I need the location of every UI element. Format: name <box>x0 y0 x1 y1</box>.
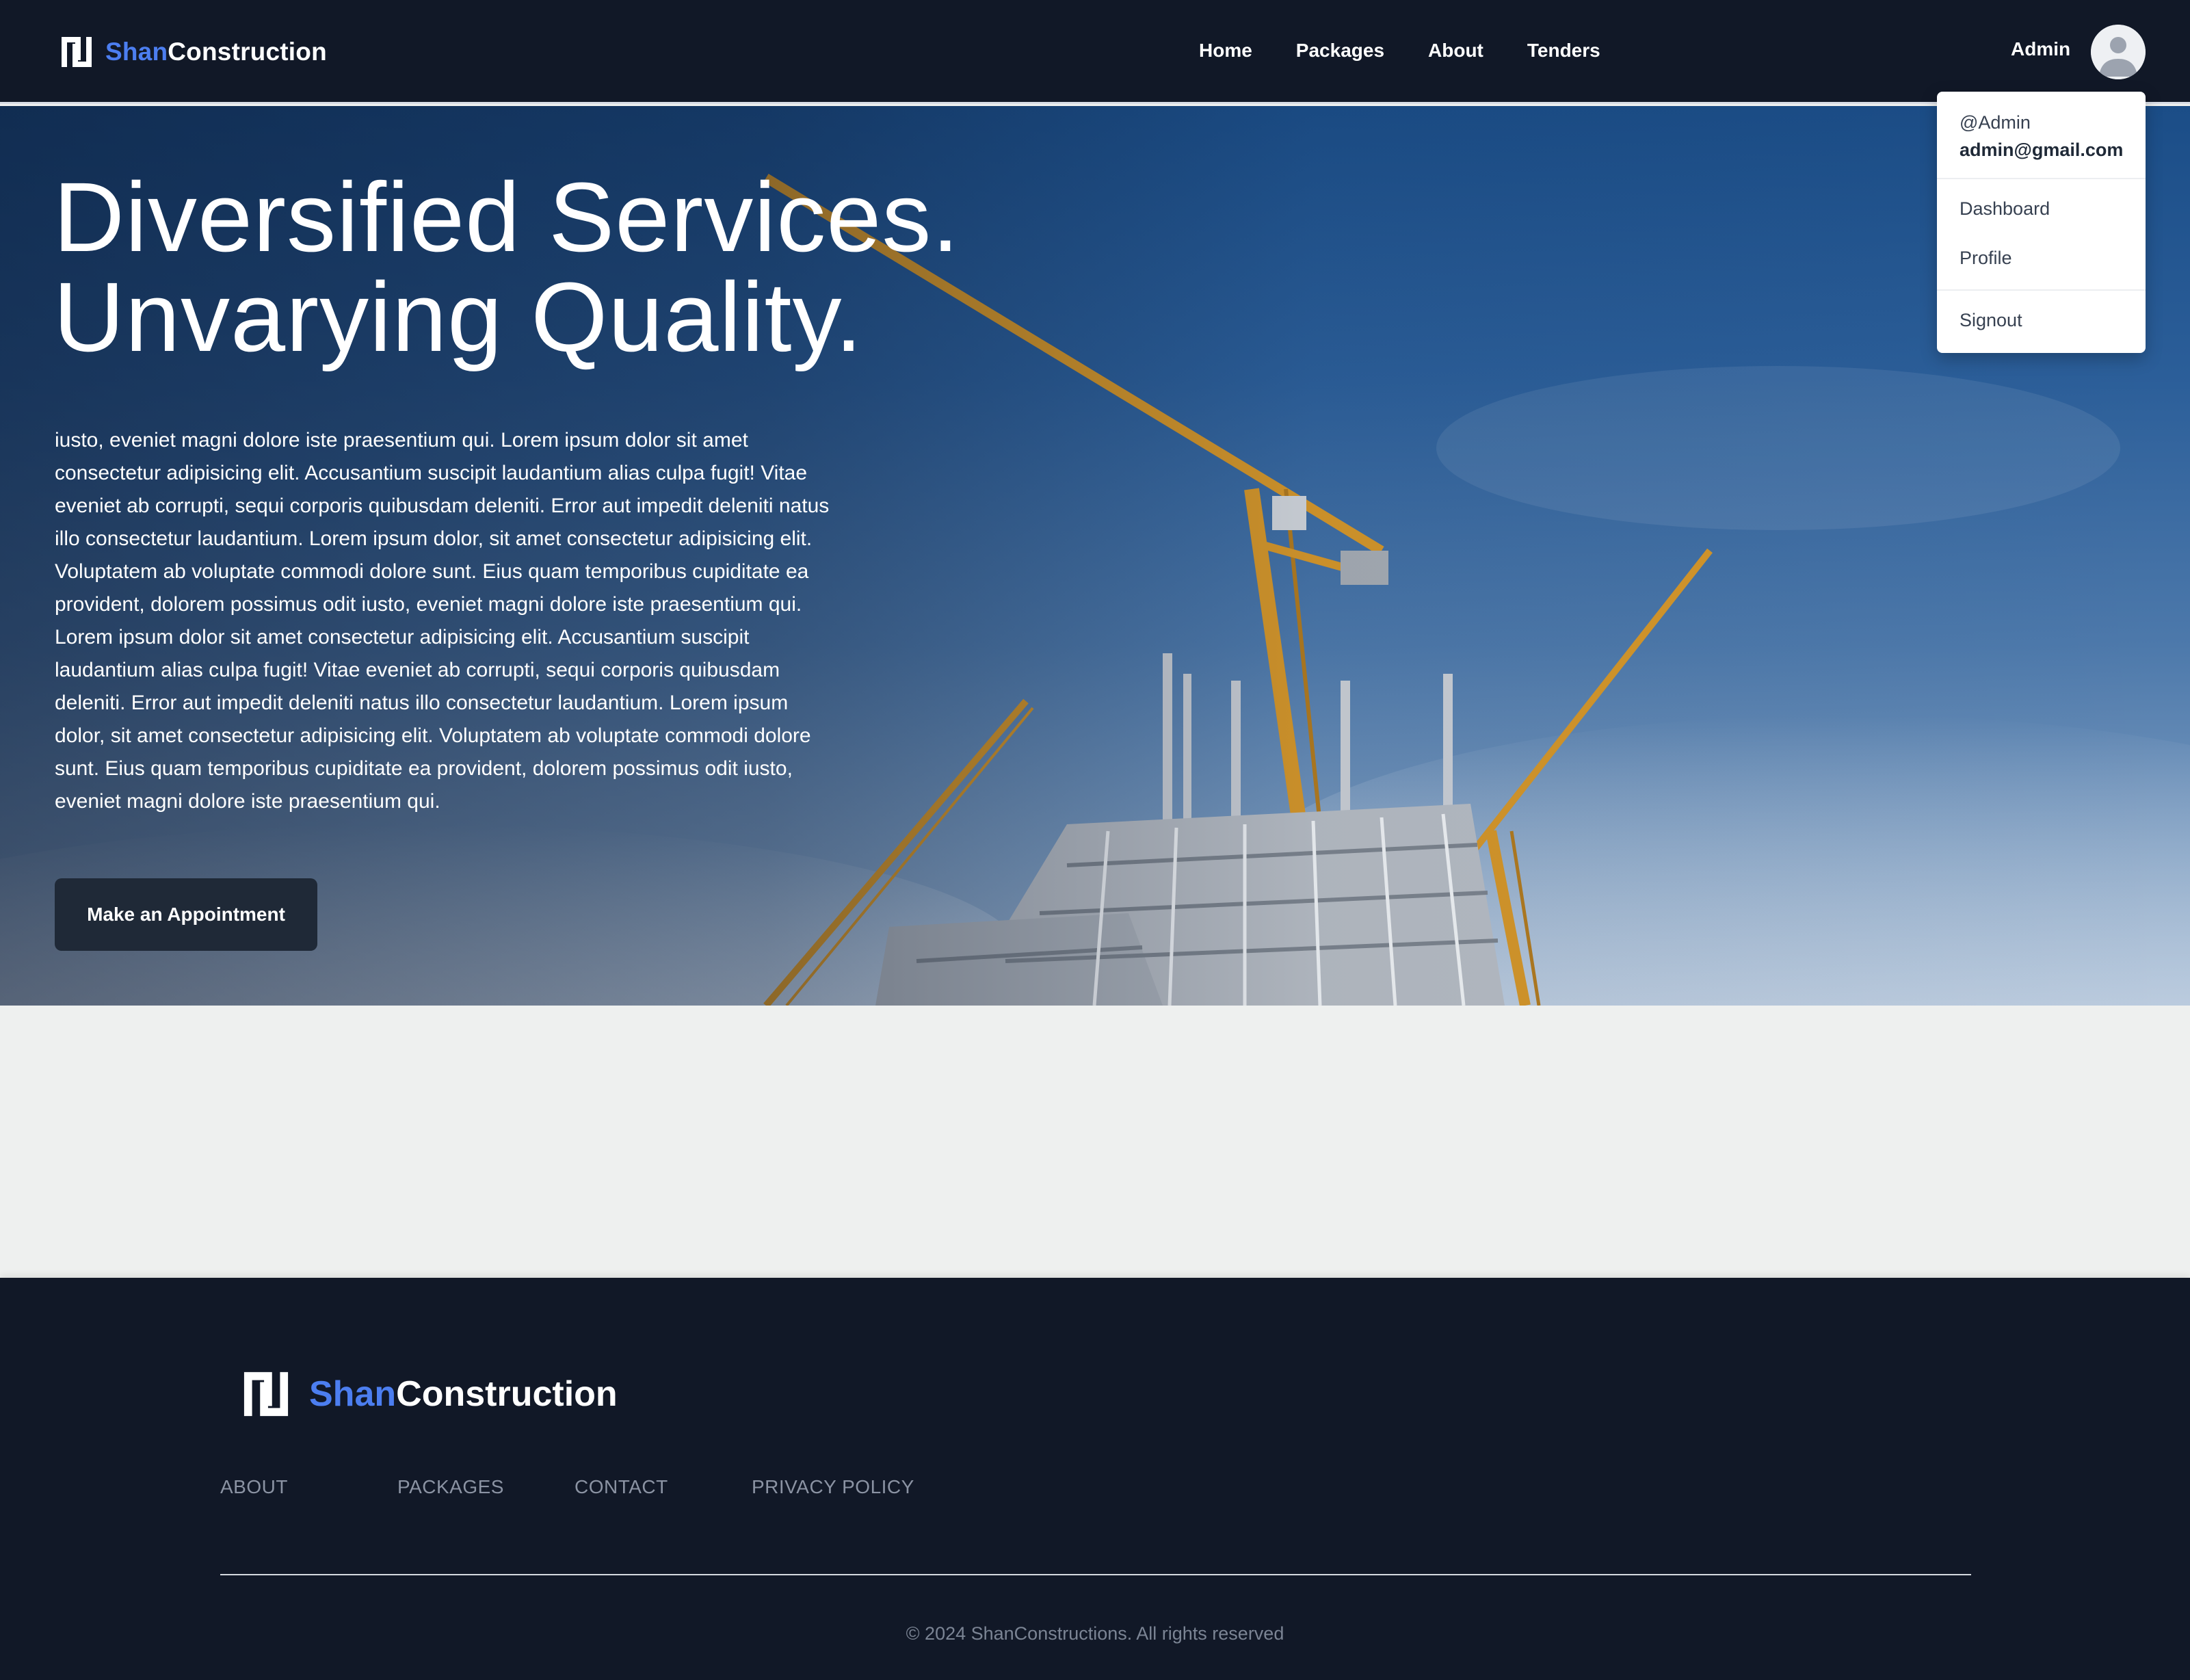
brand-name-highlight: Shan <box>105 38 168 66</box>
footer-link-privacy-policy[interactable]: PRIVACY POLICY <box>752 1476 914 1498</box>
hero-title-line2: Unvarying Quality. <box>53 262 863 372</box>
footer-brand-name-highlight: Shan <box>309 1374 397 1414</box>
footer-link-contact[interactable]: CONTACT <box>575 1476 668 1498</box>
user-email: admin@gmail.com <box>1960 140 2124 160</box>
copyright-text: © 2024 ShanConstructions. All rights res… <box>906 1623 1284 1644</box>
hero-description: iusto, eveniet magni dolore iste praesen… <box>55 429 830 813</box>
footer-link-about[interactable]: ABOUT <box>220 1476 288 1498</box>
footer-divider <box>220 1574 1971 1575</box>
hero-title: Diversified Services. Unvarying Quality. <box>53 168 960 367</box>
make-appointment-button[interactable]: Make an Appointment <box>55 878 317 951</box>
nav-link-tenders[interactable]: Tenders <box>1527 40 1600 62</box>
logo-icon <box>243 1371 289 1417</box>
brand-logo-link[interactable]: ShanConstruction <box>60 34 327 70</box>
hero-section: Diversified Services. Unvarying Quality.… <box>0 106 2190 1006</box>
menu-divider <box>1937 178 2146 179</box>
main-nav: Home Packages About Tenders <box>1199 40 1600 62</box>
footer-brand-name-rest: Construction <box>396 1374 618 1414</box>
footer-brand-name: ShanConstruction <box>309 1374 618 1415</box>
top-navbar: ShanConstruction Home Packages About Ten… <box>0 0 2190 104</box>
menu-item-profile[interactable]: Profile <box>1960 248 2012 269</box>
user-dropdown-menu: @Admin admin@gmail.com Dashboard Profile… <box>1937 92 2146 353</box>
nav-link-packages[interactable]: Packages <box>1296 40 1384 62</box>
brand-name-rest: Construction <box>168 38 327 66</box>
user-avatar-icon <box>2091 25 2146 79</box>
nav-link-home[interactable]: Home <box>1199 40 1252 62</box>
menu-divider <box>1937 289 2146 291</box>
brand-name: ShanConstruction <box>105 38 327 66</box>
user-handle: @Admin <box>1960 112 2031 133</box>
nav-user-name: Admin <box>2011 38 2071 60</box>
menu-item-signout[interactable]: Signout <box>1960 310 2022 331</box>
logo-icon <box>62 37 92 67</box>
footer-link-packages[interactable]: PACKAGES <box>397 1476 504 1498</box>
hero-title-line1: Diversified Services. <box>53 162 960 272</box>
site-footer: ShanConstruction ABOUT PACKAGES CONTACT … <box>0 1278 2190 1680</box>
nav-link-about[interactable]: About <box>1428 40 1483 62</box>
footer-brand-logo-link[interactable]: ShanConstruction <box>242 1369 618 1419</box>
user-avatar-button[interactable] <box>2091 25 2146 79</box>
menu-item-dashboard[interactable]: Dashboard <box>1960 198 2050 220</box>
